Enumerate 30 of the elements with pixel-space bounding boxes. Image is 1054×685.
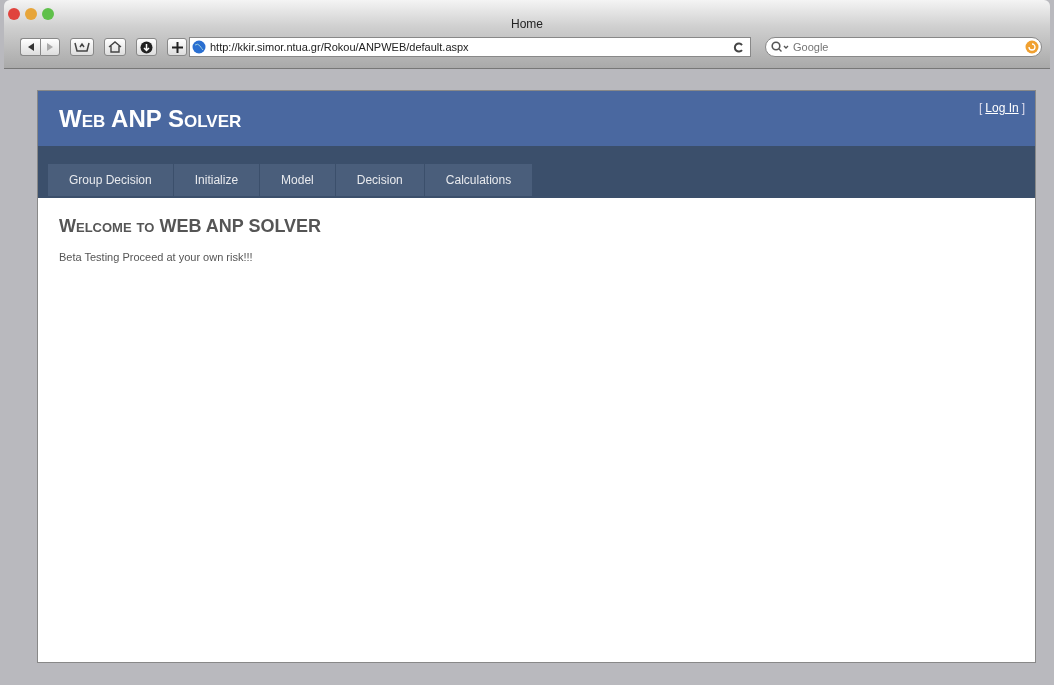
nav-tab[interactable]: Calculations — [424, 164, 533, 196]
home-button[interactable] — [104, 38, 126, 56]
add-bookmark-button[interactable] — [167, 38, 187, 56]
window-title: Home — [511, 17, 543, 31]
reload-icon — [733, 41, 744, 53]
snapback-icon — [1025, 40, 1039, 54]
page-heading: Welcome to WEB ANP SOLVER — [59, 216, 323, 237]
bookmarks-icon — [74, 41, 90, 53]
notice-text: Beta Testing Proceed at your own risk!!! — [59, 251, 254, 263]
nav-tab[interactable]: Model — [260, 164, 335, 196]
download-icon — [140, 40, 153, 54]
home-icon — [108, 41, 122, 53]
url-text: http://kkir.simor.ntua.gr/Rokou/ANPWEB/default.aspx — [210, 41, 469, 53]
address-field[interactable]: http://kkir.simor.ntua.gr/Rokou/ANPWEB/default.aspx — [189, 37, 751, 57]
globe-icon — [192, 40, 206, 54]
nav-tab[interactable]: Initialize — [173, 164, 260, 196]
bookmarks-button[interactable] — [70, 38, 94, 56]
login-link[interactable]: Log In — [985, 101, 1019, 115]
close-button[interactable] — [8, 8, 20, 20]
nav-tab[interactable]: Group Decision — [48, 164, 173, 196]
download-button[interactable] — [136, 38, 157, 56]
bracket-text: [ — [978, 101, 983, 115]
search-icon — [771, 41, 789, 53]
search-field[interactable]: Google — [765, 37, 1042, 57]
forward-icon — [45, 42, 55, 52]
plus-icon — [171, 41, 183, 53]
back-button[interactable] — [20, 38, 40, 56]
nav-tab[interactable]: Decision — [335, 164, 424, 196]
bracket-text: ] — [1021, 101, 1025, 115]
site-title: Web ANP Solver — [59, 105, 242, 133]
